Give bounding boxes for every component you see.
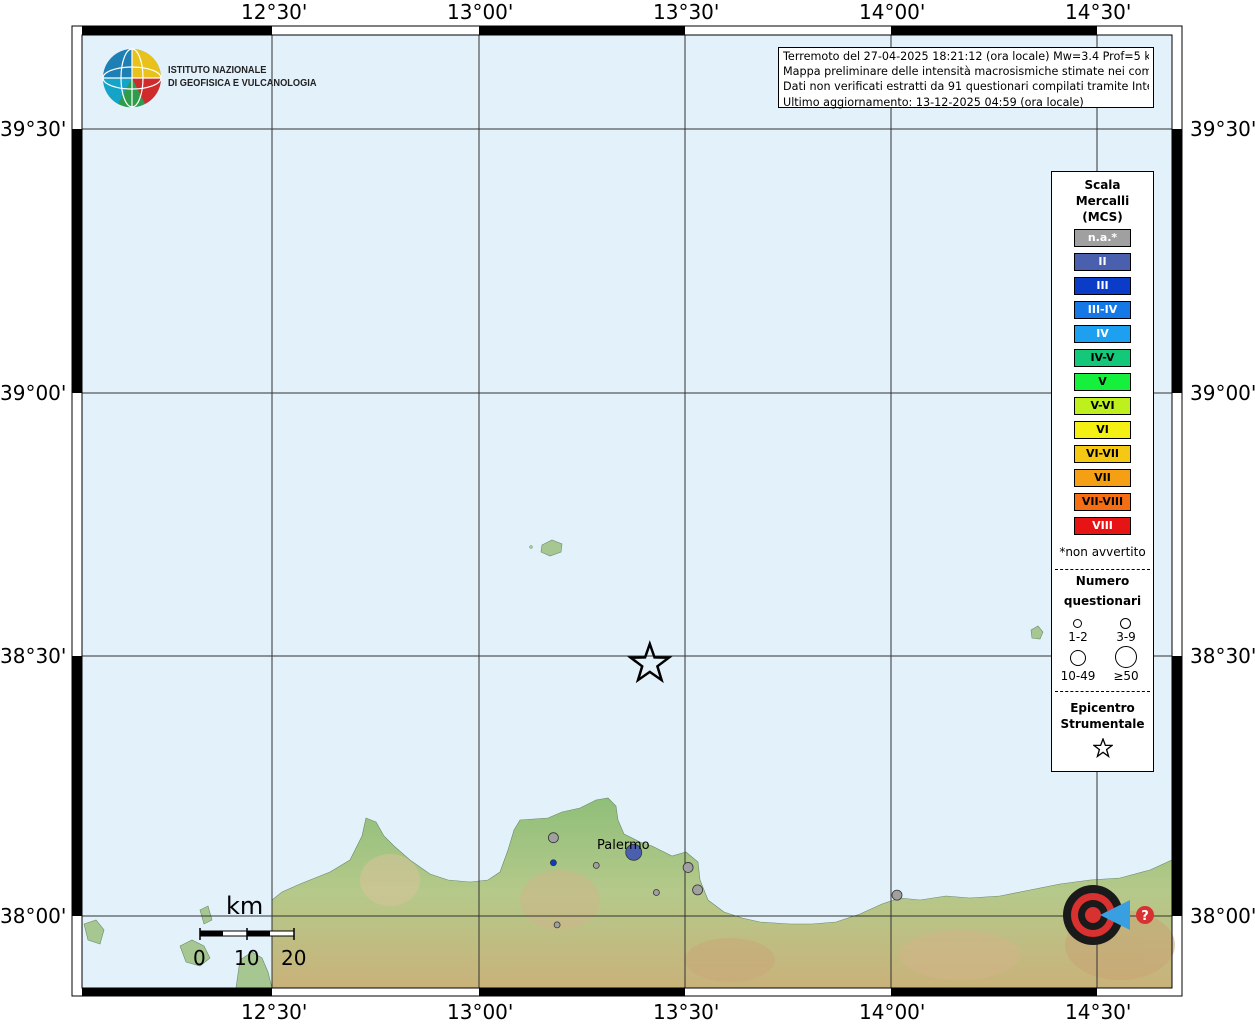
scale-tick-0: 0 — [193, 946, 206, 970]
legend-divider — [1055, 569, 1150, 570]
legend-swatch-vii: VII — [1074, 469, 1131, 487]
city-label-palermo: Palermo — [597, 838, 650, 853]
observation-point — [682, 862, 694, 873]
islet — [529, 545, 533, 549]
event-info-line-1: Terremoto del 27-04-2025 18:21:12 (ora l… — [783, 50, 1149, 63]
scale-tick-10: 10 — [234, 946, 260, 970]
size-label-10-49: 10-49 — [1060, 669, 1096, 683]
ingv-logo — [102, 48, 162, 108]
size-symbol-1-2 — [1073, 619, 1082, 628]
legend-title: Scala Mercalli (MCS) — [1052, 177, 1153, 225]
lon-tick-bottom-5: 14°30' — [1065, 1000, 1132, 1024]
legend-swatch-v: V — [1074, 373, 1131, 391]
institute-line-2: DI GEOFISICA E VULCANOLOGIA — [168, 77, 317, 89]
lon-tick-top-2: 13°00' — [447, 0, 514, 24]
size-label-1-2: 1-2 — [1068, 630, 1088, 644]
legend-swatch-iv-v: IV-V — [1074, 349, 1131, 367]
legend-title-1: Scala — [1084, 178, 1121, 192]
legend-swatch-vi-vii: VI-VII — [1074, 445, 1131, 463]
institute-line-1: ISTITUTO NAZIONALE — [168, 64, 267, 76]
size-label-50: ≥50 — [1113, 669, 1139, 683]
legend-divider-2 — [1055, 691, 1150, 692]
lon-tick-top-3: 13°30' — [653, 0, 720, 24]
legend-swatch-vii-viii: VII-VIII — [1074, 493, 1131, 511]
legend-swatch-iii: III — [1074, 277, 1131, 295]
lon-tick-bottom-1: 12°30' — [241, 1000, 308, 1024]
event-info-line-2: Mappa preliminare delle intensità macros… — [783, 65, 1149, 79]
legend-swatch-viii: VIII — [1074, 517, 1131, 535]
size-symbol-3-9 — [1120, 618, 1131, 629]
observation-point — [692, 884, 703, 896]
observation-point — [549, 859, 557, 867]
epicenter-star-icon — [1093, 738, 1113, 758]
lon-tick-top-1: 12°30' — [241, 0, 308, 24]
lat-tick-right-1: 39°30' — [1190, 117, 1255, 141]
legend-count-title-2: questionari — [1063, 594, 1142, 608]
legend-epicenter-title-2: Strumentale — [1060, 717, 1145, 731]
lon-tick-top-4: 14°00' — [859, 0, 926, 24]
observation-point — [547, 832, 559, 844]
lon-tick-bottom-4: 14°00' — [859, 1000, 926, 1024]
legend-epicenter-title-1: Epicentro — [1070, 701, 1135, 715]
size-symbol-10-49 — [1070, 650, 1086, 666]
lat-tick-right-3: 38°30' — [1190, 644, 1255, 668]
legend-swatch-v-vi: V-VI — [1074, 397, 1131, 415]
lat-tick-right-2: 39°00' — [1190, 381, 1255, 405]
legend-note: *non avvertito — [1059, 545, 1146, 559]
observation-point — [652, 889, 660, 896]
institute-name: ISTITUTO NAZIONALE DI GEOFISICA E VULCAN… — [168, 64, 317, 90]
size-symbol-50 — [1115, 646, 1137, 668]
legend-swatch-iii-iv: III-IV — [1074, 301, 1131, 319]
observation-point — [553, 921, 561, 929]
scale-tick-20: 20 — [281, 946, 307, 970]
legend-count-title-1: Numero — [1075, 574, 1130, 588]
event-info-line-3: Dati non verificati estratti da 91 quest… — [783, 80, 1149, 94]
observation-point — [891, 889, 903, 901]
lon-tick-bottom-2: 13°00' — [447, 1000, 514, 1024]
lat-tick-left-1: 39°30' — [0, 117, 67, 141]
legend-title-2: Mercalli — [1075, 194, 1130, 208]
legend-swatch-n-a-: n.a.* — [1074, 229, 1131, 247]
legend-title-3: (MCS) — [1082, 210, 1123, 224]
lat-tick-left-3: 38°30' — [0, 644, 67, 668]
svg-text:?: ? — [1141, 909, 1149, 924]
lon-tick-bottom-3: 13°30' — [653, 1000, 720, 1024]
size-label-3-9: 3-9 — [1116, 630, 1136, 644]
mcs-legend: Scala Mercalli (MCS) n.a.* II III III-IV IV I… — [1051, 171, 1154, 772]
legend-swatch-iv: IV — [1074, 325, 1131, 343]
event-info-line-4: Ultimo aggiornamento: 13-12-2025 04:59 (… — [783, 95, 1084, 109]
legend-swatch-vi: VI — [1074, 421, 1131, 439]
legend-swatch-ii: II — [1074, 253, 1131, 271]
lat-tick-right-4: 38°00' — [1190, 904, 1255, 928]
lon-tick-top-5: 14°30' — [1065, 0, 1132, 24]
scale-unit: km — [226, 892, 264, 920]
event-info-box: Terremoto del 27-04-2025 18:21:12 (ora l… — [778, 47, 1154, 109]
lat-tick-left-2: 39°00' — [0, 381, 67, 405]
observation-point — [592, 861, 600, 869]
lat-tick-left-4: 38°00' — [0, 904, 67, 928]
